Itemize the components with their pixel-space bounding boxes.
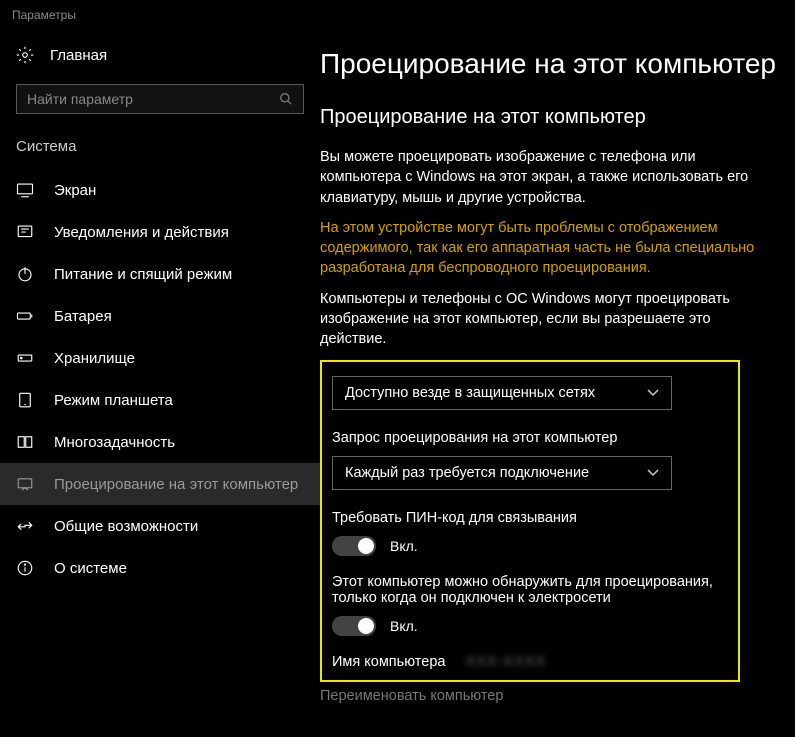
toggle-state-label: Вкл.	[390, 618, 418, 634]
sidebar-item-notifications[interactable]: Уведомления и действия	[0, 211, 320, 253]
sidebar-item-storage[interactable]: Хранилище	[0, 337, 320, 379]
warning-text: На этом устройстве могут быть проблемы с…	[320, 218, 765, 279]
settings-highlight-box: Доступно везде в защищенных сетях Запрос…	[320, 360, 740, 682]
power-icon	[16, 265, 36, 283]
availability-dropdown[interactable]: Доступно везде в защищенных сетях	[332, 376, 672, 410]
shared-icon	[16, 517, 36, 535]
sidebar-item-label: О системе	[54, 560, 127, 577]
sidebar-item-power[interactable]: Питание и спящий режим	[0, 253, 320, 295]
discoverable-toggle[interactable]	[332, 616, 376, 636]
search-icon	[279, 92, 293, 106]
description-text: Вы можете проецировать изображение с тел…	[320, 147, 765, 208]
search-input[interactable]	[16, 84, 304, 114]
gear-icon	[16, 46, 34, 64]
dropdown-value: Доступно везде в защищенных сетях	[345, 385, 595, 401]
sidebar-item-multitasking[interactable]: Многозадачность	[0, 421, 320, 463]
sidebar-item-label: Проецирование на этот компьютер	[54, 476, 298, 493]
multitasking-icon	[16, 433, 36, 451]
chevron-down-icon	[647, 389, 659, 397]
toggle-knob	[358, 618, 374, 634]
home-button[interactable]: Главная	[0, 38, 320, 72]
description-text-2: Компьютеры и телефоны с ОС Windows могут…	[320, 289, 765, 350]
sidebar-item-label: Режим планшета	[54, 392, 173, 409]
monitor-icon	[16, 181, 36, 199]
sidebar-item-projecting[interactable]: Проецирование на этот компьютер	[0, 463, 320, 505]
projecting-icon	[16, 475, 36, 493]
sidebar: Главная Система Экран Уведомления и дейс…	[0, 26, 320, 737]
pc-name-value: XXX-XXXX	[465, 654, 546, 670]
discoverable-label: Этот компьютер можно обнаружить для прое…	[332, 574, 728, 606]
sidebar-item-label: Экран	[54, 182, 96, 199]
sidebar-item-battery[interactable]: Батарея	[0, 295, 320, 337]
require-pin-toggle[interactable]	[332, 536, 376, 556]
sidebar-item-tablet[interactable]: Режим планшета	[0, 379, 320, 421]
page-title: Проецирование на этот компьютер	[320, 48, 785, 80]
toggle-knob	[358, 538, 374, 554]
tablet-icon	[16, 391, 36, 409]
projection-request-label: Запрос проецирования на этот компьютер	[332, 430, 728, 446]
sidebar-item-shared[interactable]: Общие возможности	[0, 505, 320, 547]
sidebar-item-label: Питание и спящий режим	[54, 266, 232, 283]
dropdown-value: Каждый раз требуется подключение	[345, 465, 589, 481]
sidebar-item-label: Многозадачность	[54, 434, 175, 451]
rename-pc-link[interactable]: Переименовать компьютер	[320, 688, 785, 704]
sidebar-item-about[interactable]: О системе	[0, 547, 320, 589]
page-subtitle: Проецирование на этот компьютер	[320, 106, 785, 129]
window-title: Параметры	[0, 0, 795, 26]
chevron-down-icon	[647, 469, 659, 477]
main-content: Проецирование на этот компьютер Проециро…	[320, 26, 795, 737]
section-header: Система	[0, 134, 320, 169]
toggle-state-label: Вкл.	[390, 538, 418, 554]
require-pin-label: Требовать ПИН-код для связывания	[332, 510, 728, 526]
search-field[interactable]	[27, 91, 279, 107]
sidebar-item-label: Батарея	[54, 308, 112, 325]
info-icon	[16, 559, 36, 577]
sidebar-item-label: Уведомления и действия	[54, 224, 229, 241]
storage-icon	[16, 349, 36, 367]
sidebar-item-label: Хранилище	[54, 350, 135, 367]
sidebar-item-display[interactable]: Экран	[0, 169, 320, 211]
pc-name-label: Имя компьютера	[332, 654, 445, 670]
sidebar-item-label: Общие возможности	[54, 518, 198, 535]
notifications-icon	[16, 223, 36, 241]
home-label: Главная	[50, 47, 107, 64]
battery-icon	[16, 307, 36, 325]
projection-request-dropdown[interactable]: Каждый раз требуется подключение	[332, 456, 672, 490]
